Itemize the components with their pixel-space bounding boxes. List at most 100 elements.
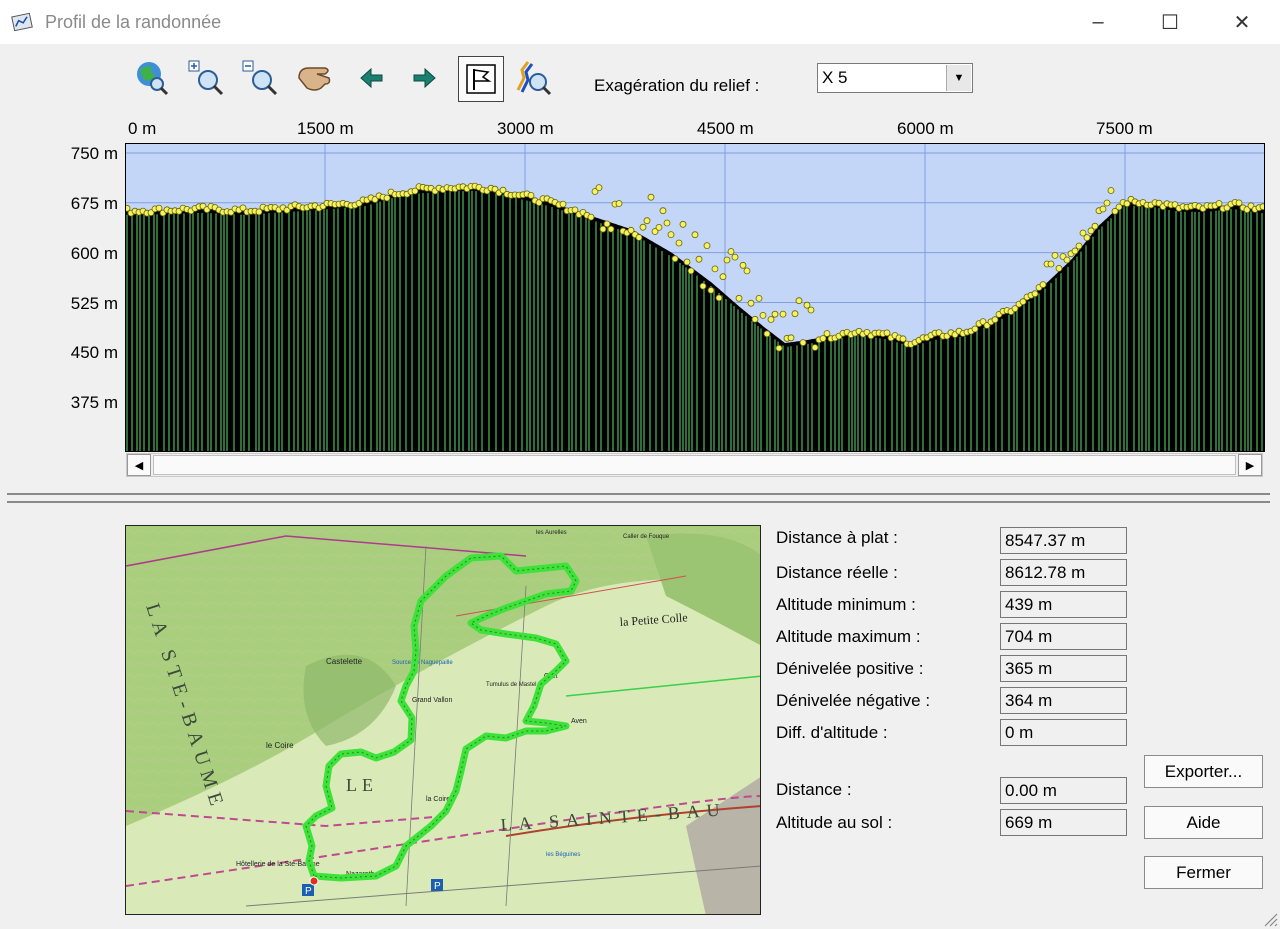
parking-icon-glyph: P (434, 881, 441, 892)
gps-point (747, 299, 755, 307)
triangle-left-icon: ◀ (134, 459, 144, 472)
globe-zoom-icon (137, 62, 169, 96)
maximize-button[interactable]: ☐ (1134, 0, 1206, 44)
route-zoom-icon (516, 61, 552, 96)
gps-point (1083, 234, 1091, 241)
stat-value-min-altitude: 439 m (1000, 591, 1127, 618)
gps-point (791, 310, 799, 318)
gps-point (795, 297, 803, 305)
relief-select[interactable]: X 5 ▼ (817, 63, 973, 93)
globe-zoom-button[interactable] (132, 58, 172, 98)
gps-point (1055, 265, 1063, 272)
gps-point (695, 255, 703, 263)
pan-hand-icon (298, 67, 331, 91)
stat-label: Distance : (776, 780, 852, 799)
scroll-left-button[interactable]: ◀ (127, 454, 151, 476)
topographic-map[interactable]: LA STE-BAUME LA SAINTE-BAU la Petite Col… (125, 525, 761, 915)
gps-point (527, 192, 535, 199)
close-icon: ✕ (1233, 11, 1251, 34)
chevron-down-icon[interactable]: ▼ (946, 65, 971, 91)
y-tick-label: 600 m (70, 244, 118, 263)
x-tick-label: 0 m (128, 119, 157, 138)
map-label: les Béguines (546, 852, 580, 858)
gps-point (1063, 256, 1071, 264)
gps-point (807, 306, 815, 314)
minimize-button[interactable]: – (1062, 0, 1134, 44)
map-label: les Aurelles (536, 530, 567, 536)
triangle-right-icon: ▶ (1245, 459, 1255, 472)
close-window-button[interactable]: ✕ (1206, 0, 1278, 44)
stat-value-positive-gain: 365 m (1000, 655, 1127, 682)
gps-point (1039, 281, 1047, 289)
gps-point (1103, 199, 1111, 207)
gps-point (775, 344, 783, 352)
stat-value-altitude-diff: 0 m (1000, 719, 1127, 746)
next-button[interactable] (405, 58, 445, 98)
gps-point (1031, 290, 1039, 298)
gps-point (899, 335, 907, 343)
stat-value-max-altitude: 704 m (1000, 623, 1127, 650)
map-drawing: LA STE-BAUME LA SAINTE-BAU la Petite Col… (126, 526, 760, 914)
stat-label: Altitude au sol : (776, 813, 893, 832)
gps-point (639, 223, 647, 231)
close-button[interactable]: Fermer (1144, 856, 1263, 889)
x-tick-label: 6000 m (897, 119, 954, 138)
title-bar: Profil de la randonnée – ☐ ✕ (0, 0, 1280, 44)
x-tick-label: 1500 m (297, 119, 354, 138)
gps-point (799, 339, 807, 347)
stat-label: Distance réelle : (776, 563, 898, 582)
export-button[interactable]: Exporter... (1144, 755, 1263, 788)
zoom-out-button[interactable] (240, 58, 280, 98)
gps-point (1075, 242, 1083, 250)
start-marker-icon (309, 876, 319, 886)
scroll-thumb[interactable] (153, 455, 1236, 475)
app-icon (11, 12, 33, 32)
scroll-right-button[interactable]: ▶ (1238, 454, 1262, 476)
map-label: Castelette (326, 657, 363, 666)
gps-point (823, 330, 831, 337)
zoom-in-icon (188, 60, 224, 96)
map-label: Grand Vallon (412, 697, 452, 704)
gps-point (767, 316, 775, 323)
stat-value-flat-distance: 8547.37 m (1000, 527, 1127, 554)
gps-point (675, 239, 683, 247)
help-button[interactable]: Aide (1144, 806, 1263, 839)
gps-point (759, 311, 767, 319)
profile-scrollbar[interactable]: ◀ ▶ (126, 453, 1263, 477)
window-title: Profil de la randonnée (45, 12, 222, 32)
previous-button[interactable] (351, 58, 391, 98)
map-label: le Coire (266, 741, 294, 750)
relief-value: X 5 (822, 68, 848, 87)
x-tick-label: 4500 m (697, 119, 754, 138)
zoom-out-icon (242, 60, 278, 96)
gps-point (687, 267, 695, 275)
maximize-icon: ☐ (1161, 11, 1179, 34)
pan-button[interactable] (295, 58, 335, 98)
splitter[interactable] (7, 493, 1270, 503)
gps-point (1107, 187, 1115, 194)
y-tick-label: 750 m (70, 144, 118, 163)
gps-point (603, 220, 611, 228)
route-zoom-button[interactable] (514, 58, 554, 98)
gps-point (731, 253, 739, 261)
gps-point (743, 267, 751, 275)
gps-point (751, 315, 759, 323)
gps-point (643, 217, 651, 225)
y-tick-label: 525 m (70, 294, 118, 313)
zoom-in-button[interactable] (186, 58, 226, 98)
stat-label: Dénivelée positive : (776, 659, 924, 678)
gps-point (559, 200, 567, 208)
stat-value-real-distance: 8612.78 m (1000, 559, 1127, 586)
gps-point (779, 310, 787, 318)
resize-grip-icon[interactable] (1262, 911, 1278, 927)
stat-value-cursor-distance: 0.00 m (1000, 777, 1127, 804)
flag-toggle-button[interactable] (458, 56, 504, 102)
gps-point (667, 231, 675, 238)
gps-point (683, 258, 691, 266)
gps-point (659, 207, 667, 215)
gps-point (735, 294, 743, 302)
gps-point (707, 286, 715, 294)
elevation-profile-chart[interactable] (125, 143, 1265, 452)
map-label: Source de Naguepaille (392, 660, 453, 666)
stat-value-negative-gain: 364 m (1000, 687, 1127, 714)
